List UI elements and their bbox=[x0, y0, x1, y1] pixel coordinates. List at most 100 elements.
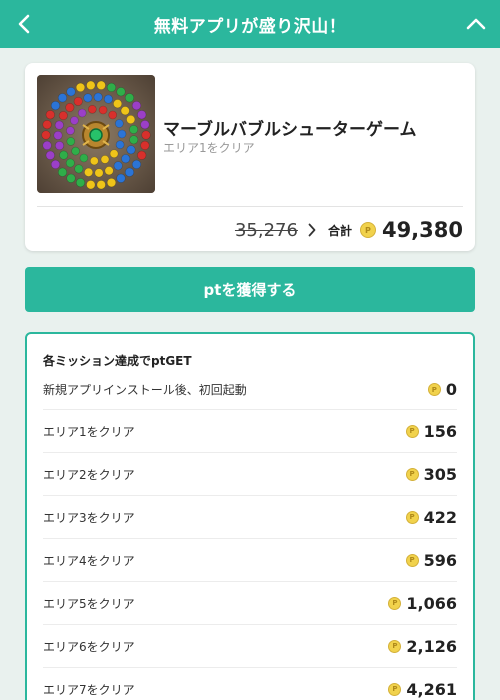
coin-icon: P bbox=[427, 383, 441, 396]
mission-points: 4,261 bbox=[406, 679, 457, 699]
marble bbox=[106, 177, 117, 188]
marble bbox=[103, 94, 113, 104]
marble bbox=[131, 159, 142, 169]
marble bbox=[75, 177, 86, 188]
coin-icon: P bbox=[405, 553, 419, 567]
mission-points: 596 bbox=[423, 550, 457, 570]
mission-label: 新規アプリインストール後、初回起動 bbox=[43, 383, 247, 397]
marble bbox=[42, 119, 52, 130]
mission-label: エリア7をクリア bbox=[43, 682, 135, 697]
marble bbox=[126, 145, 136, 155]
mission-row: エリア5をクリア P 1,066 bbox=[43, 582, 457, 625]
marble bbox=[126, 114, 136, 124]
marble bbox=[96, 80, 106, 90]
chevron-up-icon bbox=[466, 18, 486, 30]
marble bbox=[120, 106, 130, 116]
marble bbox=[66, 173, 76, 183]
marble bbox=[54, 141, 64, 151]
marble bbox=[41, 130, 51, 140]
marble bbox=[58, 111, 68, 121]
mission-points: 422 bbox=[423, 507, 457, 527]
marble bbox=[45, 150, 55, 160]
marble bbox=[84, 167, 94, 177]
divider bbox=[37, 206, 463, 207]
marble bbox=[50, 100, 61, 111]
mission-label: エリア2をクリア bbox=[43, 467, 135, 482]
mission-points: 305 bbox=[423, 464, 457, 484]
marble bbox=[93, 92, 103, 102]
marble bbox=[50, 159, 61, 169]
marble bbox=[86, 80, 96, 90]
mission-points: 1,066 bbox=[406, 593, 457, 613]
marble bbox=[96, 180, 106, 190]
get-points-button[interactable]: ptを獲得する bbox=[25, 267, 475, 312]
mission-points: 0 bbox=[445, 380, 457, 399]
chevron-left-icon bbox=[18, 14, 30, 34]
marble bbox=[108, 110, 117, 120]
marble bbox=[115, 119, 124, 128]
mission-row: エリア6をクリア P 2,126 bbox=[43, 625, 457, 668]
app-name: マーブルバブルシューターゲーム bbox=[163, 120, 417, 140]
marble bbox=[141, 130, 151, 140]
marble bbox=[124, 93, 135, 103]
mission-label: エリア5をクリア bbox=[43, 596, 135, 611]
marble bbox=[115, 140, 125, 149]
app-icon[interactable] bbox=[37, 75, 155, 193]
marble bbox=[137, 150, 147, 160]
marble bbox=[116, 173, 126, 183]
total-points: 49,380 bbox=[381, 218, 463, 242]
marble bbox=[100, 155, 110, 164]
marble bbox=[65, 102, 75, 112]
marble bbox=[83, 93, 93, 103]
marble bbox=[116, 87, 126, 97]
price-row: 35,276 合計 P 49,380 bbox=[235, 215, 463, 245]
coin-icon: P bbox=[405, 467, 419, 481]
marble bbox=[89, 156, 99, 166]
collapse-button[interactable] bbox=[452, 0, 500, 48]
marble bbox=[94, 168, 104, 178]
mission-label: エリア4をクリア bbox=[43, 553, 135, 568]
marble bbox=[70, 116, 79, 125]
marble bbox=[117, 129, 127, 139]
total-label: 合計 bbox=[327, 223, 352, 238]
marble bbox=[113, 161, 123, 171]
old-price: 35,276 bbox=[234, 219, 298, 241]
marble bbox=[71, 146, 80, 156]
marble bbox=[54, 120, 64, 130]
marble bbox=[113, 99, 123, 109]
marble bbox=[65, 158, 75, 168]
marble bbox=[104, 166, 114, 176]
marble bbox=[66, 126, 75, 135]
mission-row: エリア2をクリア P 305 bbox=[43, 453, 457, 496]
mission-row: エリア4をクリア P 596 bbox=[43, 539, 457, 582]
coin-icon: P bbox=[388, 639, 402, 653]
coin-icon: P bbox=[405, 510, 419, 524]
mission-row: エリア7をクリア P 4,261 bbox=[43, 668, 457, 700]
marble bbox=[53, 130, 63, 140]
app-card[interactable]: マーブルバブルシューターゲーム エリア1をクリア 35,276 合計 P 49,… bbox=[25, 63, 475, 251]
mission-points: 156 bbox=[423, 421, 457, 441]
marble bbox=[75, 82, 86, 92]
marble bbox=[106, 82, 117, 92]
top-bar: 無料アプリが盛り沢山！ bbox=[0, 0, 500, 48]
marble bbox=[66, 87, 76, 97]
mission-row: エリア1をクリア P 156 bbox=[43, 410, 457, 453]
marble bbox=[140, 119, 150, 130]
back-button[interactable] bbox=[0, 0, 48, 48]
arrow-right-icon bbox=[308, 223, 316, 237]
coin-icon: P bbox=[405, 424, 419, 438]
mission-row: エリア3をクリア P 422 bbox=[43, 496, 457, 539]
mission-label: エリア3をクリア bbox=[43, 510, 135, 525]
mission-label: エリア1をクリア bbox=[43, 424, 135, 439]
marble bbox=[131, 100, 142, 111]
marble bbox=[79, 153, 89, 163]
mission-heading: 各ミッション達成でptGET bbox=[43, 354, 192, 368]
mission-label: エリア6をクリア bbox=[43, 639, 135, 654]
marble bbox=[74, 164, 84, 174]
marble bbox=[42, 140, 52, 150]
coin-icon: P bbox=[388, 596, 402, 610]
marble bbox=[73, 96, 83, 106]
marble bbox=[129, 135, 139, 145]
app-mission-subtitle: エリア1をクリア bbox=[163, 141, 255, 155]
mission-points: 2,126 bbox=[406, 636, 457, 656]
